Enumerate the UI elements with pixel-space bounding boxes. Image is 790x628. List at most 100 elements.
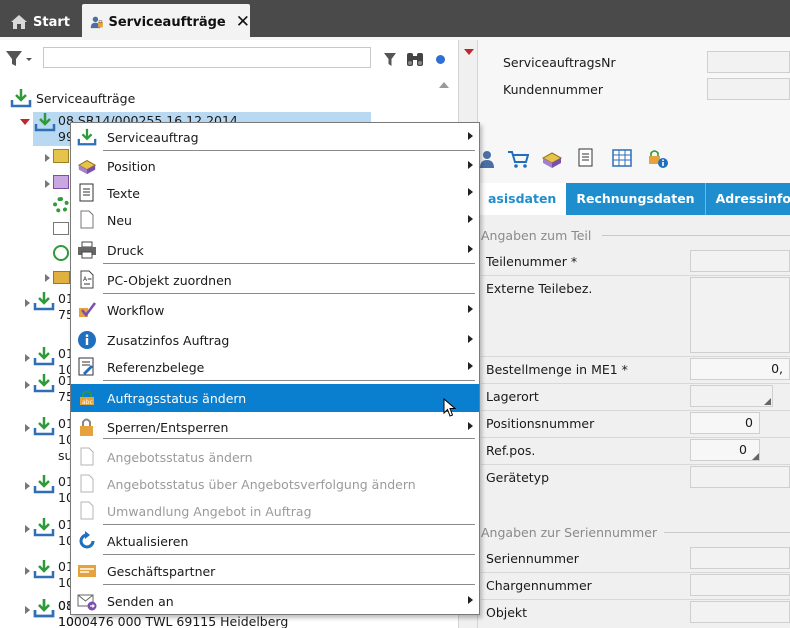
object-field[interactable] <box>690 601 790 623</box>
expand-arrow-icon[interactable] <box>45 154 50 162</box>
menu-item-label: Angebotsstatus über Angebotsverfolgung ä… <box>107 476 416 492</box>
menu-item-umwandlung-angebot-in-auftrag: Umwandlung Angebot in Auftrag <box>71 497 479 525</box>
submenu-arrow-icon <box>468 245 473 253</box>
tree-root[interactable] <box>10 88 32 111</box>
order-no-field[interactable] <box>707 51 790 73</box>
expand-arrow-icon[interactable] <box>25 482 30 490</box>
serial-section-legend: Angaben zur Seriennummer <box>481 525 658 540</box>
menu-item-label: Geschäftspartner <box>107 563 216 579</box>
collapse-arrow-icon[interactable] <box>464 49 474 55</box>
expand-arrow-icon[interactable] <box>25 299 30 307</box>
download-arrow-icon <box>33 598 55 621</box>
submenu-arrow-icon <box>468 161 473 169</box>
position-cubes-icon <box>53 175 69 189</box>
expand-arrow-icon[interactable] <box>25 567 30 575</box>
status-info-button[interactable] <box>648 149 668 172</box>
attach-document-icon: A= <box>77 270 97 290</box>
menu-item-label: Druck <box>107 242 144 258</box>
ext-part-label: Externe Teilebez. <box>486 281 593 296</box>
menu-item-label: Position <box>107 158 156 174</box>
menu-item-druck[interactable]: Druck <box>71 236 479 264</box>
menu-item-auftragsstatus-ändern[interactable]: abc Auftragsstatus ändern <box>71 384 479 412</box>
menu-item-geschäftspartner[interactable]: Geschäftspartner <box>71 557 479 585</box>
customer-no-field[interactable] <box>707 78 790 100</box>
row-separator <box>481 437 790 438</box>
device-type-field[interactable] <box>690 466 790 488</box>
ref-pos-field[interactable]: 0 <box>690 439 760 461</box>
menu-item-position[interactable]: Position <box>71 152 479 180</box>
expand-arrow-icon[interactable] <box>45 274 50 282</box>
filter-dropdown[interactable] <box>5 49 33 72</box>
menu-item-label: Serviceauftrag <box>107 129 199 145</box>
cart-button[interactable] <box>507 150 530 171</box>
expand-arrow-icon[interactable] <box>25 354 30 362</box>
filter-icon <box>6 51 32 66</box>
expand-arrow-icon[interactable] <box>45 180 50 188</box>
menu-item-pc-objekt-zuordnen[interactable]: A= PC-Objekt zuordnen <box>71 266 479 294</box>
row-separator <box>481 572 790 573</box>
download-arrow-icon <box>33 346 55 369</box>
document-list-button[interactable] <box>577 148 595 171</box>
user-icon <box>480 151 494 168</box>
menu-item-serviceauftrag[interactable]: Serviceauftrag <box>71 123 479 151</box>
tab-start[interactable]: Start <box>0 4 78 40</box>
status-info-icon <box>649 150 668 168</box>
download-arrow-icon <box>33 517 55 540</box>
serial-no-field[interactable] <box>690 547 790 569</box>
document-text-icon <box>77 183 97 203</box>
expand-arrow-icon[interactable] <box>25 381 30 389</box>
tab-serviceauftraege[interactable]: Serviceaufträge ✕ <box>82 4 250 40</box>
ext-part-field[interactable] <box>690 277 790 353</box>
menu-item-senden-an[interactable]: Senden an <box>71 587 479 615</box>
download-arrow-icon <box>33 416 55 439</box>
cart-icon <box>508 151 530 168</box>
expand-arrow-icon[interactable] <box>25 606 30 614</box>
scroll-up-icon[interactable] <box>439 82 449 88</box>
batch-no-label: Chargennummer <box>486 578 592 593</box>
row-separator <box>481 275 790 276</box>
menu-item-label: Sperren/Entsperren <box>107 419 229 435</box>
tab-adressinformationen[interactable]: Adressinforma <box>706 183 790 215</box>
find-button[interactable] <box>405 50 425 71</box>
download-arrow-icon <box>33 373 55 396</box>
expand-arrow-icon[interactable] <box>25 525 30 533</box>
expand-arrow-icon[interactable] <box>25 424 30 432</box>
ref-pos-label: Ref.pos. <box>486 443 536 458</box>
row-separator <box>481 356 790 357</box>
clock-icon <box>53 245 69 261</box>
positions-button[interactable] <box>541 150 563 171</box>
position-no-field[interactable]: 0 <box>690 412 760 434</box>
filter-funnel-button[interactable] <box>383 51 397 70</box>
order-qty-label: Bestellmenge in ME1 * <box>486 362 628 377</box>
batch-no-field[interactable] <box>690 574 790 596</box>
menu-item-texte[interactable]: Texte <box>71 179 479 207</box>
menu-item-label: Umwandlung Angebot in Auftrag <box>107 503 312 519</box>
refresh-icon <box>77 531 97 551</box>
storage-select[interactable] <box>690 385 773 407</box>
download-arrow-icon <box>33 291 55 314</box>
order-qty-field[interactable]: 0, <box>690 358 790 380</box>
expanded-arrow-icon[interactable] <box>20 119 30 125</box>
menu-item-referenzbelege[interactable]: Referenzbelege <box>71 353 479 381</box>
menu-item-aktualisieren[interactable]: Aktualisieren <box>71 527 479 555</box>
business-partner-card-icon <box>77 561 97 581</box>
tab-close-icon[interactable]: ✕ <box>236 13 250 31</box>
menu-item-zusatzinfos-auftrag[interactable]: Zusatzinfos Auftrag <box>71 326 479 354</box>
table-grid-icon <box>612 149 632 167</box>
table-button[interactable] <box>612 149 632 170</box>
menu-item-label: Aktualisieren <box>107 533 189 549</box>
printer-icon <box>77 240 97 260</box>
search-input[interactable] <box>43 47 371 68</box>
row-separator <box>481 464 790 465</box>
part-no-field[interactable] <box>690 250 790 272</box>
menu-item-label: Angebotsstatus ändern <box>107 449 253 465</box>
tab-rechnungsdaten[interactable]: Rechnungsdaten <box>566 183 706 215</box>
tab-basisdaten[interactable]: asisdaten <box>478 183 567 215</box>
menu-item-sperren-entsperren[interactable]: Sperren/Entsperren <box>71 413 479 441</box>
toolbar-user-button[interactable] <box>480 150 494 171</box>
menu-item-workflow[interactable]: Workflow <box>71 296 479 324</box>
menu-item-angebotsstatus-ändern: Angebotsstatus ändern <box>71 443 479 471</box>
tab-start-label: Start <box>33 14 70 30</box>
tree-order-text: 1000476 000 TWL 69115 Heidelberg <box>58 614 289 628</box>
menu-item-neu[interactable]: Neu <box>71 206 479 234</box>
